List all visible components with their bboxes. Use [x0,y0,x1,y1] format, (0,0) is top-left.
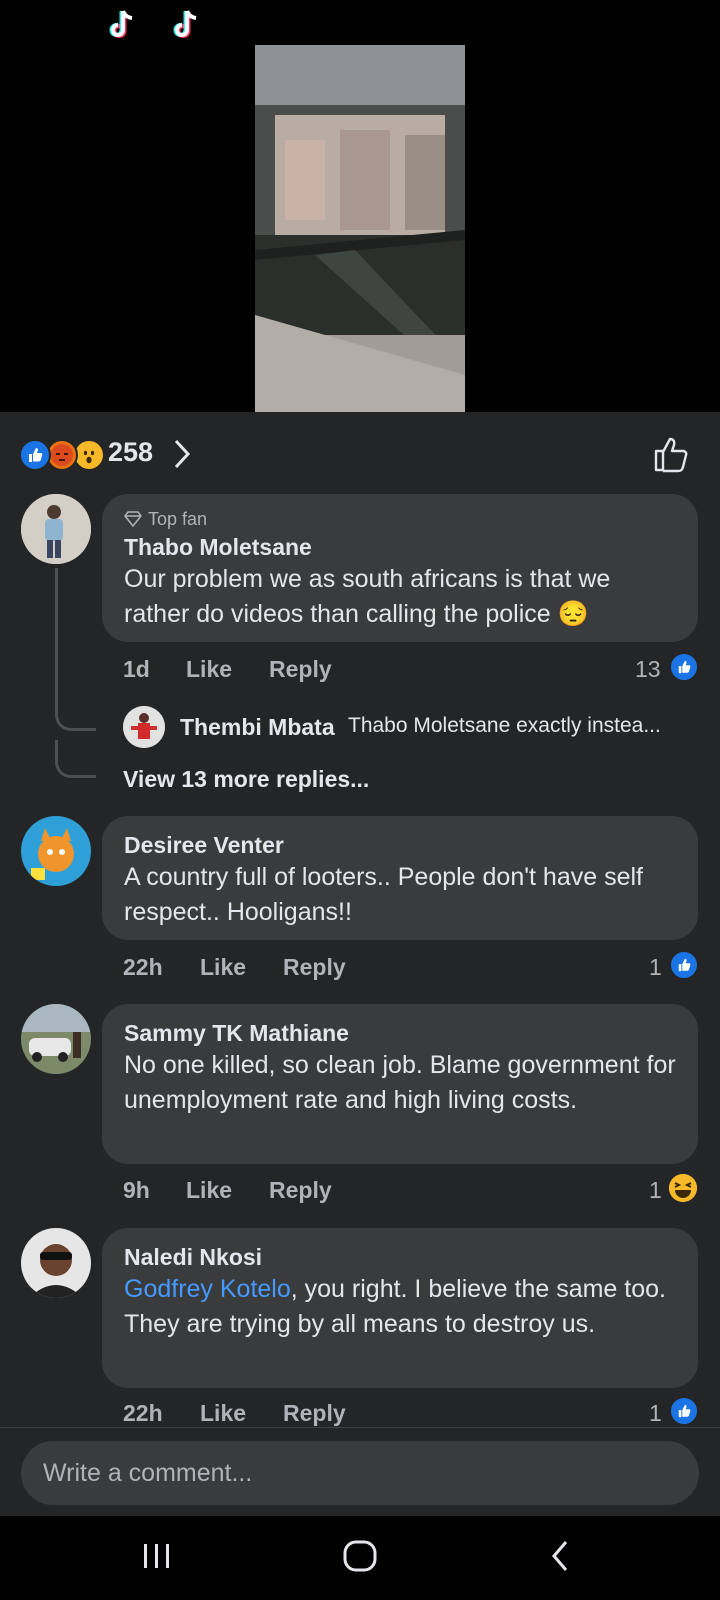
comment-bubble[interactable]: Top fan Thabo Moletsane Our problem we a… [102,494,698,642]
system-nav-bar [0,1516,720,1600]
reply-button[interactable]: Reply [283,1400,346,1427]
like-button[interactable]: Like [200,954,246,981]
comment-reaction-count[interactable]: 1 [649,954,662,981]
thread-connector [55,688,96,731]
thread-connector [55,740,96,778]
like-badge-icon [669,1396,699,1426]
avatar[interactable] [21,1004,91,1074]
reply-button[interactable]: Reply [269,1177,332,1204]
comment-reaction-count[interactable]: 13 [635,656,661,683]
comment-time[interactable]: 9h [123,1177,150,1204]
tiktok-icon [109,10,133,38]
reply-author[interactable]: Thembi Mbata [180,714,335,741]
comment-author[interactable]: Desiree Venter [124,830,676,860]
comment-input[interactable] [21,1441,699,1505]
tiktok-icon [173,10,197,38]
comment-text: Godfrey Kotelo, you right. I believe the… [124,1275,666,1338]
chevron-right-icon[interactable] [173,437,191,471]
like-badge-icon [669,652,699,682]
comment-bubble[interactable]: Sammy TK Mathiane No one killed, so clea… [102,1004,698,1164]
reply-preview[interactable]: Thembi Mbata Thabo Moletsane exactly ins… [123,706,703,752]
pensive-emoji: 😔 [557,600,589,628]
top-fan-label: Top fan [148,509,208,529]
comment-reaction-count[interactable]: 1 [649,1400,662,1427]
diamond-icon [124,511,142,527]
comment-author[interactable]: Sammy TK Mathiane [124,1018,676,1048]
video-player[interactable] [255,45,465,412]
reply-text: Thabo Moletsane exactly instea... [348,714,661,737]
comment-reaction-count[interactable]: 1 [649,1177,662,1204]
like-badge-icon [669,950,699,980]
video-thumbnail [255,45,465,412]
top-fan-badge: Top fan [124,508,676,530]
video-area [0,0,720,412]
view-more-replies[interactable]: View 13 more replies... [123,766,369,793]
mention-link[interactable]: Godfrey Kotelo [124,1275,291,1303]
thread-line [55,568,58,688]
comment-text: Our problem we as south africans is that… [124,565,611,628]
comment-text: A country full of looters.. People don't… [124,863,643,926]
like-button[interactable]: Like [186,656,232,683]
comment-author[interactable]: Thabo Moletsane [124,532,676,562]
like-outline-icon[interactable] [653,435,691,473]
comment-text: No one killed, so clean job. Blame gover… [124,1051,676,1114]
reply-button[interactable]: Reply [283,954,346,981]
recent-apps-icon[interactable] [140,1536,174,1576]
comment-bubble[interactable]: Naledi Nkosi Godfrey Kotelo, you right. … [102,1228,698,1388]
haha-reaction-icon [669,1174,697,1202]
reply-button[interactable]: Reply [269,656,332,683]
reply-avatar [123,706,165,748]
comment-author[interactable]: Naledi Nkosi [124,1242,676,1272]
like-button[interactable]: Like [200,1400,246,1427]
comment-time[interactable]: 22h [123,954,163,981]
reaction-count[interactable]: 258 [108,437,153,468]
comment-bubble[interactable]: Desiree Venter A country full of looters… [102,816,698,940]
comment-composer [0,1427,720,1516]
like-button[interactable]: Like [186,1177,232,1204]
like-reaction-icon [19,439,51,471]
avatar[interactable] [21,1228,91,1298]
avatar[interactable] [21,816,91,886]
home-icon[interactable] [340,1536,380,1576]
back-icon[interactable] [548,1536,572,1576]
comment-time[interactable]: 22h [123,1400,163,1427]
comment-time[interactable]: 1d [123,656,150,683]
avatar[interactable] [21,494,91,564]
